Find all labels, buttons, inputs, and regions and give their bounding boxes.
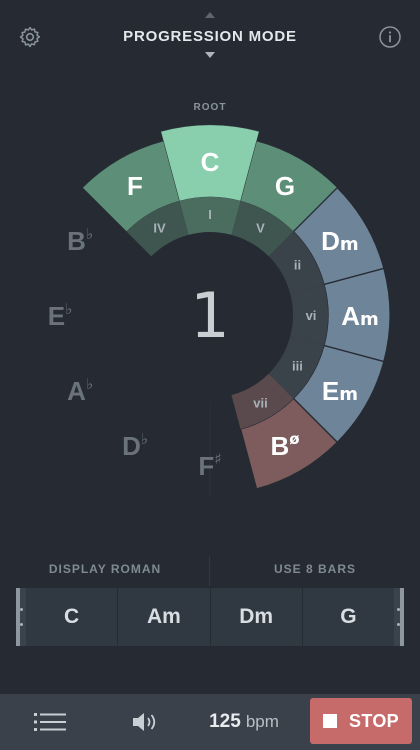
wheel-key-label-9: E♭ xyxy=(48,300,72,331)
mode-up-arrow-icon[interactable] xyxy=(203,10,217,20)
wheel-numeral-11: IV xyxy=(153,221,166,236)
chord-progression-strip: C Am Dm G xyxy=(16,588,404,646)
progression-slot-4[interactable]: G xyxy=(301,588,394,646)
progression-slot-1[interactable]: C xyxy=(26,588,117,646)
bpm-unit: bpm xyxy=(245,712,279,731)
use-8-bars-toggle[interactable]: USE 8 BARS xyxy=(210,562,420,576)
progression-mode-title[interactable]: PROGRESSION MODE xyxy=(0,28,420,45)
bottom-toolbar: 125 bpm STOP xyxy=(0,694,420,750)
wheel-key-label-8: A♭ xyxy=(67,375,93,406)
wheel-key-label-11: F xyxy=(127,171,143,201)
info-icon[interactable] xyxy=(376,23,404,51)
loop-start-handle[interactable] xyxy=(16,588,26,646)
top-bar: PROGRESSION MODE xyxy=(0,0,420,72)
menu-list-icon[interactable] xyxy=(28,694,72,750)
wheel-numeral-3: vi xyxy=(306,308,317,323)
wheel-key-label-7: D♭ xyxy=(122,430,148,461)
progression-slot-2[interactable]: Am xyxy=(117,588,209,646)
bpm-value: 125 xyxy=(209,711,241,732)
tempo-control[interactable]: 125 bpm xyxy=(196,694,292,750)
wheel-numeral-0: I xyxy=(208,207,212,222)
wheel-key-label-0: C xyxy=(201,147,220,177)
options-row: DISPLAY ROMAN USE 8 BARS xyxy=(0,556,420,586)
center-beat-number: 1 xyxy=(190,279,229,352)
progression-slot-3[interactable]: Dm xyxy=(209,588,302,646)
wheel-key-label-6: F♯ xyxy=(198,450,221,481)
circle-of-fifths-wheel[interactable]: ROOT1CGDmAmEmBøF♯D♭A♭E♭B♭FIViiviiiiviiIV xyxy=(0,90,420,510)
stop-label: STOP xyxy=(349,710,399,731)
stop-square-icon xyxy=(323,714,338,728)
stop-button[interactable]: STOP xyxy=(310,698,412,744)
wheel-key-label-10: B♭ xyxy=(67,225,93,256)
mode-down-arrow-icon[interactable] xyxy=(203,50,217,60)
root-label: ROOT xyxy=(194,102,227,113)
wheel-numeral-4: iii xyxy=(292,359,303,374)
wheel-numeral-1: V xyxy=(256,221,265,236)
loop-end-handle[interactable] xyxy=(394,588,404,646)
display-roman-toggle[interactable]: DISPLAY ROMAN xyxy=(0,562,210,576)
wheel-numeral-2: ii xyxy=(294,258,301,273)
wheel-key-label-1: G xyxy=(275,171,295,201)
wheel-numeral-5: vii xyxy=(253,395,267,410)
speaker-volume-icon[interactable] xyxy=(124,694,168,750)
